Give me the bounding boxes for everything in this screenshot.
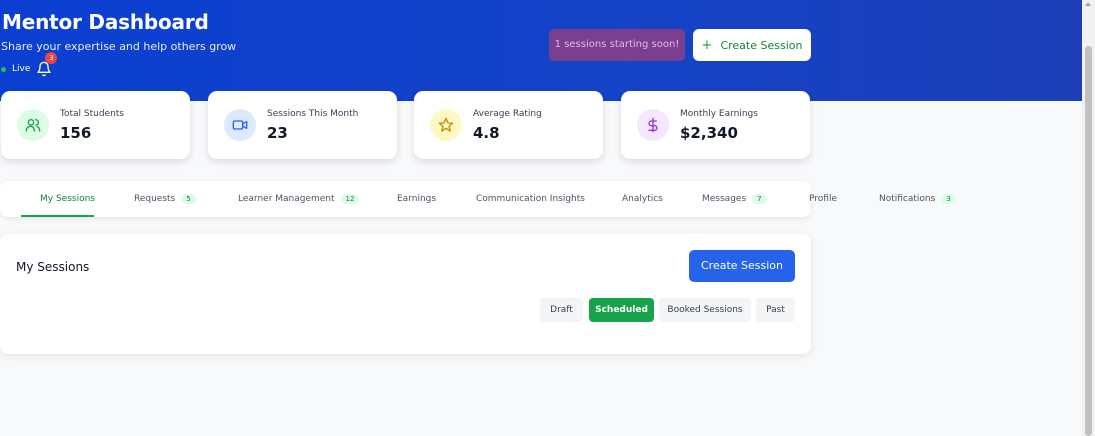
- filter-booked-sessions[interactable]: Booked Sessions: [659, 298, 751, 322]
- panel-title: My Sessions: [16, 260, 90, 274]
- create-session-header-label: Create Session: [720, 38, 803, 52]
- users-icon: [17, 109, 49, 141]
- live-status: Live 3: [1, 52, 58, 77]
- stat-value: 4.8: [473, 124, 500, 142]
- stat-value: 23: [267, 124, 288, 142]
- tab-profile[interactable]: Profile: [809, 181, 837, 217]
- stat-label: Average Rating: [473, 109, 542, 119]
- stat-card-total-students: Total Students 156: [1, 91, 190, 159]
- scroll-up-arrow-icon[interactable]: [1085, 2, 1091, 6]
- tab-label: Earnings: [397, 194, 437, 204]
- tab-label: Notifications: [879, 194, 936, 204]
- tab-label: Learner Management: [238, 194, 335, 204]
- tab-label: Profile: [809, 194, 837, 204]
- tab-analytics[interactable]: Analytics: [622, 181, 663, 217]
- tab-label: Requests: [134, 194, 176, 204]
- tab-learner-management[interactable]: Learner Management 12: [238, 181, 360, 217]
- tab-requests[interactable]: Requests 5: [134, 181, 196, 217]
- my-sessions-panel: My Sessions Create Session Draft Schedul…: [0, 234, 811, 354]
- tab-count-badge: 3: [941, 194, 956, 204]
- stat-label: Total Students: [60, 109, 124, 119]
- dashboard-tabs: My Sessions Requests 5 Learner Managemen…: [0, 181, 956, 217]
- notification-bell-button[interactable]: 3: [36, 52, 58, 77]
- page-scrollbar[interactable]: [1082, 0, 1095, 436]
- notification-count-badge: 3: [45, 52, 58, 64]
- tab-label: Analytics: [622, 194, 663, 204]
- tab-count-badge: 7: [752, 194, 767, 204]
- tab-earnings[interactable]: Earnings: [397, 181, 436, 217]
- live-dot-icon: [1, 66, 6, 72]
- stat-label: Monthly Earnings: [680, 109, 758, 119]
- dashboard-header: Mentor Dashboard Share your expertise an…: [0, 0, 1082, 101]
- filter-draft[interactable]: Draft: [540, 298, 583, 322]
- tab-label: Messages: [702, 194, 747, 204]
- dollar-icon: [637, 109, 669, 141]
- create-session-header-button[interactable]: + Create Session: [693, 29, 811, 61]
- stat-card-average-rating: Average Rating 4.8: [414, 91, 603, 159]
- tab-count-badge: 12: [340, 194, 360, 204]
- page-title: Mentor Dashboard: [2, 10, 209, 34]
- upcoming-sessions-alert[interactable]: 1 sessions starting soon!: [549, 29, 685, 61]
- active-tab-indicator: [21, 215, 94, 217]
- tab-communication-insights[interactable]: Communication Insights: [476, 181, 585, 217]
- create-session-button[interactable]: Create Session: [689, 250, 795, 282]
- stat-value: $2,340: [680, 124, 738, 142]
- tab-notifications[interactable]: Notifications 3: [879, 181, 956, 217]
- tab-count-badge: 5: [181, 194, 196, 204]
- tab-label: Communication Insights: [476, 194, 585, 204]
- filter-past[interactable]: Past: [756, 298, 795, 322]
- video-icon: [224, 109, 256, 141]
- stat-label: Sessions This Month: [267, 109, 359, 119]
- plus-icon: +: [701, 37, 713, 53]
- tab-my-sessions[interactable]: My Sessions: [40, 181, 95, 217]
- stat-card-sessions-month: Sessions This Month 23: [208, 91, 397, 159]
- live-label: Live: [12, 64, 31, 74]
- filter-scheduled[interactable]: Scheduled: [589, 298, 654, 322]
- tab-label: My Sessions: [40, 194, 95, 204]
- page-subtitle: Share your expertise and help others gro…: [1, 40, 237, 53]
- tab-messages[interactable]: Messages 7: [702, 181, 767, 217]
- stat-value: 156: [60, 124, 92, 142]
- scrollbar-thumb[interactable]: [1085, 46, 1092, 436]
- stat-card-monthly-earnings: Monthly Earnings $2,340: [621, 91, 810, 159]
- star-icon: [430, 109, 462, 141]
